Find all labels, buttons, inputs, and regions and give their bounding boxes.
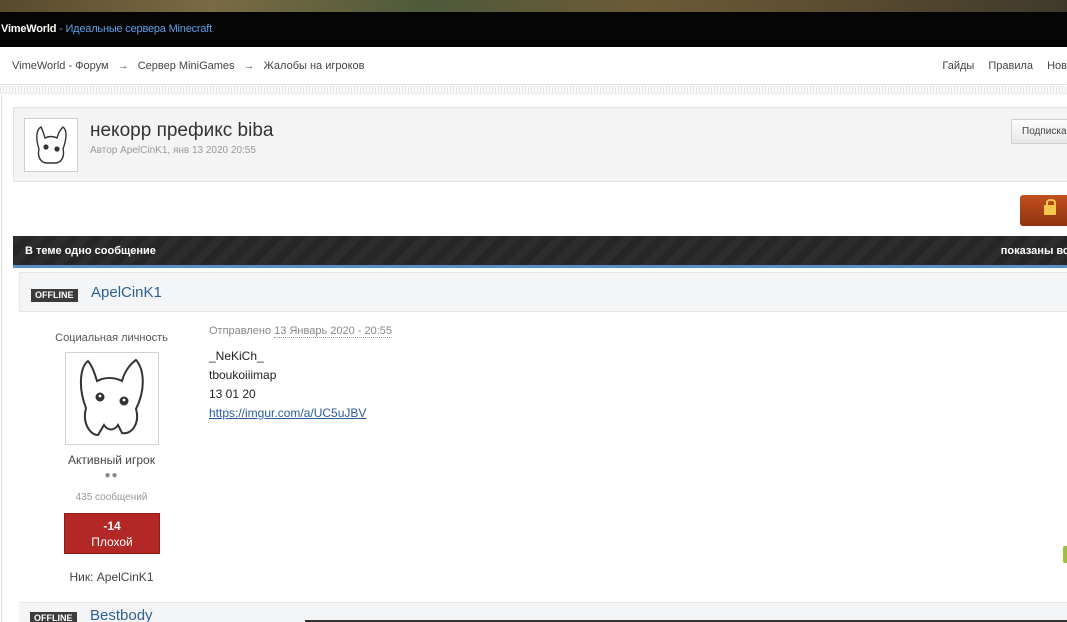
nav-item-guides[interactable]: Гайды (942, 60, 974, 72)
post-body: Отправлено 13 Январь 2020 - 20:55 _NeKiC… (209, 325, 1049, 423)
user-info-pane: Социальная личность Активный игрок ●● 43… (19, 312, 204, 602)
post-date-prefix: Отправлено (209, 325, 275, 337)
breadcrumb-separator: → (117, 60, 129, 72)
side-tab[interactable] (1063, 546, 1067, 563)
bunny-avatar-icon (80, 358, 144, 437)
post-line: _NeKiCh_ (209, 349, 264, 363)
nav-item-new[interactable]: Нов (1047, 60, 1067, 72)
posts-bar: В теме одно сообщение показаны вс (13, 236, 1067, 268)
breadcrumb-item-complaints[interactable]: Жалобы на игроков (264, 60, 365, 72)
brand-tagline: - Идеальные сервера Minecraft (56, 23, 213, 35)
reputation-badge: -14 Плохой (64, 513, 160, 554)
reputation-label: Плохой (91, 535, 133, 549)
nav-item-rules[interactable]: Правила (988, 60, 1033, 72)
page-title: некорр префикс biba (90, 120, 274, 141)
breadcrumb-separator: → (243, 60, 255, 72)
brand-name: VimeWorld (1, 23, 57, 35)
topic-content: некорр префикс biba Автор ApelCinK1, янв… (1, 95, 1067, 622)
topic-closed-button[interactable] (1020, 195, 1067, 226)
lock-icon (1044, 199, 1056, 215)
reputation-value: -14 (103, 519, 121, 533)
post-date: Отправлено 13 Январь 2020 - 20:55 (209, 325, 1049, 338)
status-badge: OFFLINE (30, 612, 77, 622)
navigation-bar: VimeWorld - Форум → Сервер MiniGames → Ж… (0, 47, 1067, 85)
divider (0, 86, 1067, 94)
topic-meta: Автор ApelCinK1, янв 13 2020 20:55 (90, 145, 256, 156)
rank-pips: ●● (104, 470, 119, 481)
subscribe-button[interactable]: Подписка (1011, 119, 1067, 144)
topic-header: некорр префикс biba Автор ApelCinK1, янв… (13, 107, 1067, 182)
breadcrumb-item-server[interactable]: Сервер MiniGames (138, 60, 235, 72)
next-post-header: OFFLINE Bestbody (19, 602, 1067, 622)
top-nav-links: Гайды Правила Нов (931, 60, 1067, 72)
post-header: OFFLINE ApelCinK1 (19, 272, 1067, 312)
user-post-count: 435 сообщений (75, 492, 148, 503)
breadcrumb-item-forum[interactable]: VimeWorld - Форум (12, 60, 109, 72)
breadcrumb: VimeWorld - Форум → Сервер MiniGames → Ж… (12, 60, 365, 72)
post-line: tboukoiiimap (209, 368, 277, 382)
user-rank: Активный игрок (68, 453, 155, 467)
avatar[interactable] (65, 352, 159, 445)
topic-author-avatar[interactable] (24, 118, 78, 172)
posts-shown-label: показаны вс (1000, 245, 1067, 257)
post-author-link[interactable]: Bestbody (90, 607, 153, 622)
bunny-avatar-icon (36, 126, 67, 164)
site-brand[interactable]: VimeWorld - Идеальные сервера Minecraft (1, 23, 212, 35)
post-line: 13 01 20 (209, 387, 256, 401)
status-badge: OFFLINE (31, 289, 78, 302)
post-author-link[interactable]: ApelCinK1 (91, 284, 162, 301)
user-nick: Ник: ApelCinK1 (69, 570, 154, 584)
post-link[interactable]: https://imgur.com/a/UC5uJBV (209, 404, 1049, 423)
top-banner-strip (0, 0, 1067, 12)
header-bar: VimeWorld - Идеальные сервера Minecraft (0, 12, 1067, 47)
post-date-value[interactable]: 13 Январь 2020 - 20:55 (274, 325, 392, 338)
user-title: Социальная личность (55, 332, 168, 344)
posts-count-label: В теме одно сообщение (25, 245, 156, 257)
